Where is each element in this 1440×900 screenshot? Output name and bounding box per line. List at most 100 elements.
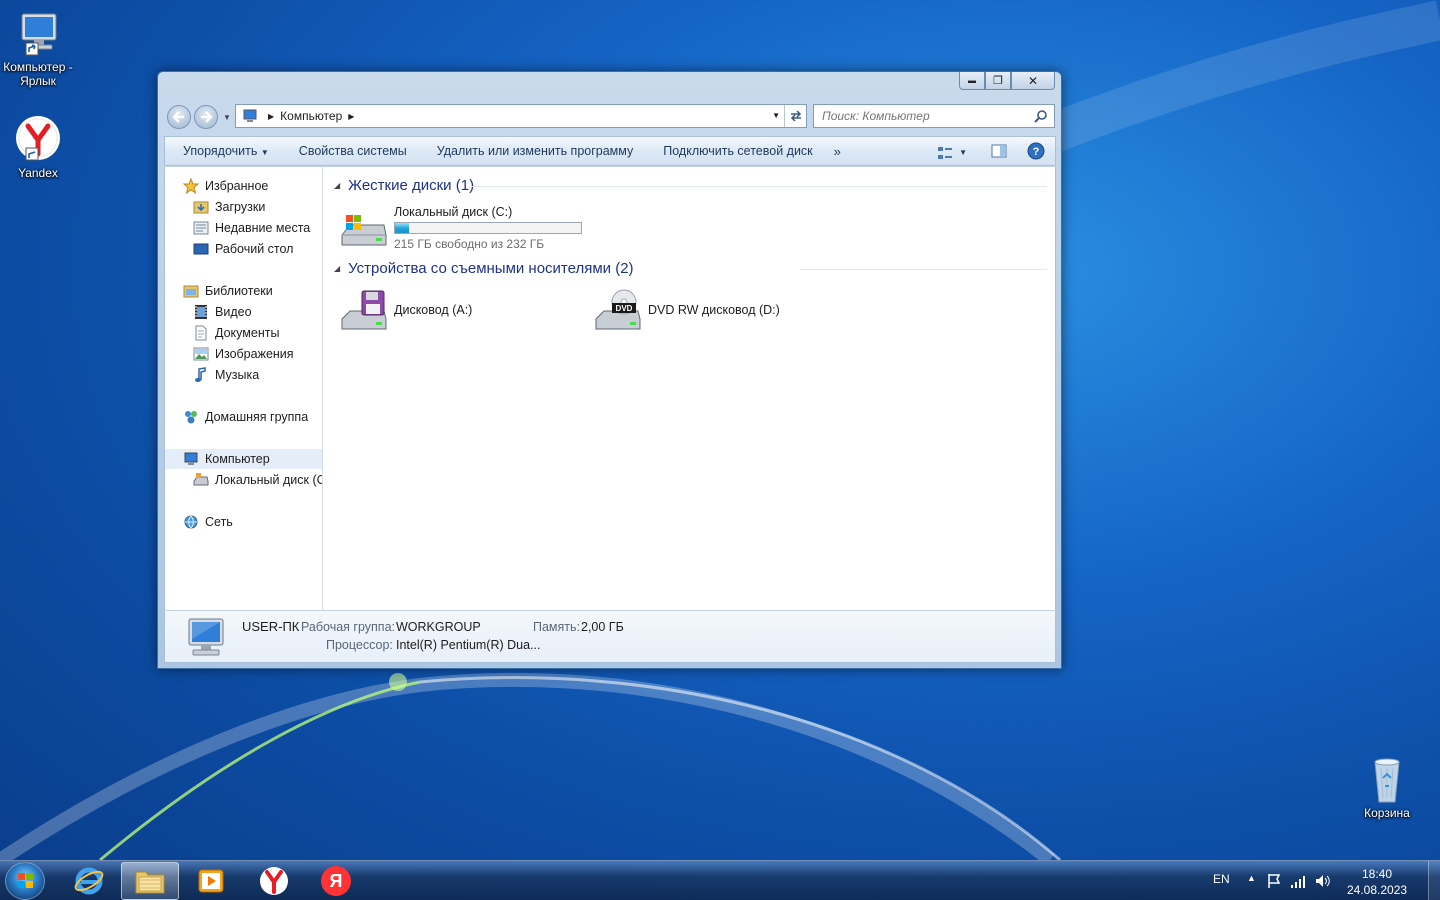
show-desktop-button[interactable] bbox=[1428, 861, 1440, 900]
nav-item-label: Документы bbox=[215, 326, 280, 340]
desktop-icon-label: Yandex bbox=[18, 166, 58, 180]
refresh-button[interactable] bbox=[784, 105, 806, 127]
network-icon bbox=[184, 515, 198, 529]
file-view: ◢ Жесткие диски (1) Локальный диск (C:) … bbox=[324, 167, 1055, 610]
refresh-icon bbox=[790, 110, 801, 122]
taskbar-media-player[interactable] bbox=[182, 862, 240, 900]
group-divider bbox=[800, 269, 1047, 270]
taskbar-internet-explorer[interactable] bbox=[60, 862, 118, 900]
drive-item-d[interactable]: DVD DVD RW дисковод (D:) bbox=[594, 289, 780, 337]
nav-item-label: Библиотеки bbox=[205, 284, 273, 298]
drive-item-a[interactable]: Дисковод (A:) bbox=[340, 289, 472, 337]
forward-button[interactable] bbox=[194, 105, 218, 129]
nav-item-libraries[interactable]: Библиотеки bbox=[165, 281, 322, 301]
nav-item-label: Локальный диск (C bbox=[215, 473, 322, 487]
breadcrumb-separator-icon[interactable]: ▶ bbox=[348, 112, 354, 121]
hard-disk-windows-icon bbox=[341, 215, 387, 246]
caption-buttons: ▬ ❐ ✕ bbox=[959, 72, 1055, 90]
group-header-hard-drives[interactable]: ◢ Жесткие диски (1) bbox=[334, 177, 474, 194]
nav-item-recent-places[interactable]: Недавние места bbox=[165, 218, 322, 238]
music-library-icon bbox=[195, 367, 206, 382]
details-pane: USER-ПК Рабочая группа: WORKGROUP Память… bbox=[164, 610, 1056, 663]
search-box[interactable] bbox=[813, 104, 1055, 128]
navigation-pane: Избранное Загрузки Недавние места Рабочи… bbox=[165, 167, 323, 610]
collapse-triangle-icon[interactable]: ◢ bbox=[334, 264, 340, 273]
clock[interactable]: 18:40 24.08.2023 bbox=[1347, 866, 1407, 898]
taskbar-yandex-browser[interactable] bbox=[245, 862, 303, 900]
close-button[interactable]: ✕ bbox=[1011, 72, 1055, 90]
taskbar-yandex[interactable]: Я bbox=[307, 862, 365, 900]
more-commands-button[interactable]: » bbox=[828, 144, 847, 159]
help-button[interactable]: ? bbox=[1027, 142, 1045, 163]
forward-arrow-icon bbox=[201, 111, 213, 123]
action-center-flag-icon[interactable] bbox=[1266, 873, 1282, 889]
group-header-removable[interactable]: ◢ Устройства со съемными носителями (2) bbox=[334, 260, 634, 277]
nav-item-label: Музыка bbox=[215, 368, 260, 382]
drive-name: DVD RW дисковод (D:) bbox=[648, 303, 780, 317]
minimize-button[interactable]: ▬ bbox=[959, 72, 985, 90]
breadcrumb-separator-icon[interactable]: ▶ bbox=[268, 112, 274, 121]
start-button[interactable] bbox=[5, 862, 45, 900]
star-icon bbox=[183, 178, 199, 194]
explorer-window: ▬ ❐ ✕ ▼ ▶ Компьютер ▶ ▼ Поиск: Компьютер… bbox=[157, 71, 1062, 669]
nav-item-video[interactable]: Видео bbox=[165, 302, 322, 322]
recent-pages-dropdown[interactable]: ▼ bbox=[223, 113, 231, 122]
organize-menu[interactable]: Упорядочить ▼ bbox=[165, 144, 284, 158]
memory-label: Память: bbox=[533, 620, 581, 634]
chevron-down-icon: ▼ bbox=[260, 148, 269, 157]
nav-item-music[interactable]: Музыка bbox=[165, 365, 322, 385]
address-bar[interactable]: ▶ Компьютер ▶ ▼ bbox=[235, 104, 807, 128]
system-properties-button[interactable]: Свойства системы bbox=[284, 144, 422, 158]
preview-pane-icon bbox=[991, 144, 1007, 158]
nav-item-label: Изображения bbox=[215, 347, 294, 361]
address-dropdown-icon[interactable]: ▼ bbox=[772, 111, 780, 120]
nav-item-label: Видео bbox=[215, 305, 252, 319]
workgroup-label: Рабочая группа: bbox=[301, 620, 396, 634]
change-view-button[interactable]: ▼ bbox=[937, 145, 967, 161]
nav-item-desktop[interactable]: Рабочий стол bbox=[165, 239, 322, 259]
processor-value: Intel(R) Pentium(R) Dua... bbox=[396, 638, 541, 652]
breadcrumb-computer[interactable]: Компьютер bbox=[280, 109, 342, 123]
desktop-icon-yandex[interactable]: Yandex bbox=[0, 116, 76, 180]
hard-disk-icon bbox=[193, 473, 209, 486]
nav-item-downloads[interactable]: Загрузки bbox=[165, 197, 322, 217]
homegroup-icon bbox=[185, 411, 197, 424]
show-hidden-icons-button[interactable]: ▲ bbox=[1247, 873, 1256, 883]
nav-item-homegroup[interactable]: Домашняя группа bbox=[165, 407, 322, 427]
computer-icon bbox=[14, 10, 62, 58]
nav-item-network[interactable]: Сеть bbox=[165, 512, 322, 532]
nav-item-local-disk[interactable]: Локальный диск (C bbox=[165, 470, 322, 490]
nav-item-favorites[interactable]: Избранное bbox=[165, 176, 322, 196]
nav-item-documents[interactable]: Документы bbox=[165, 323, 322, 343]
preview-pane-button[interactable] bbox=[991, 143, 1007, 162]
group-divider bbox=[469, 186, 1047, 187]
nav-item-images[interactable]: Изображения bbox=[165, 344, 322, 364]
collapse-triangle-icon[interactable]: ◢ bbox=[334, 181, 340, 190]
volume-icon[interactable] bbox=[1314, 873, 1332, 889]
drive-item-c[interactable]: Локальный диск (C:) 215 ГБ свободно из 2… bbox=[340, 205, 582, 253]
maximize-button[interactable]: ❐ bbox=[985, 72, 1011, 90]
nav-item-computer[interactable]: Компьютер bbox=[165, 449, 322, 469]
nav-item-label: Домашняя группа bbox=[205, 410, 309, 424]
language-indicator[interactable]: EN bbox=[1213, 872, 1230, 886]
search-input[interactable] bbox=[822, 109, 1022, 123]
desktop-icon-computer-shortcut[interactable]: Компьютер - Ярлык bbox=[0, 10, 76, 88]
toolbar-right: ▼ ? bbox=[937, 142, 1045, 163]
maximize-icon: ❐ bbox=[993, 75, 1003, 87]
network-signal-icon[interactable] bbox=[1290, 873, 1306, 889]
map-network-drive-button[interactable]: Подключить сетевой диск bbox=[648, 144, 827, 158]
nav-item-label: Сеть bbox=[205, 515, 233, 529]
group-header-label: Жесткие диски (1) bbox=[348, 177, 475, 194]
drive-info: Локальный диск (C:) 215 ГБ свободно из 2… bbox=[394, 205, 582, 251]
downloads-folder-icon bbox=[193, 201, 209, 214]
search-icon[interactable] bbox=[1034, 109, 1048, 123]
folder-icon bbox=[135, 871, 165, 894]
drive-name: Дисковод (A:) bbox=[394, 303, 473, 317]
media-player-icon bbox=[198, 869, 224, 893]
desktop-icon-recycle-bin[interactable]: Корзина bbox=[1349, 756, 1425, 820]
taskbar-explorer[interactable] bbox=[121, 862, 179, 900]
drive-usage-fill bbox=[395, 223, 409, 233]
back-button[interactable] bbox=[167, 105, 191, 129]
organize-label: Упорядочить bbox=[183, 144, 258, 158]
uninstall-program-button[interactable]: Удалить или изменить программу bbox=[422, 144, 649, 158]
